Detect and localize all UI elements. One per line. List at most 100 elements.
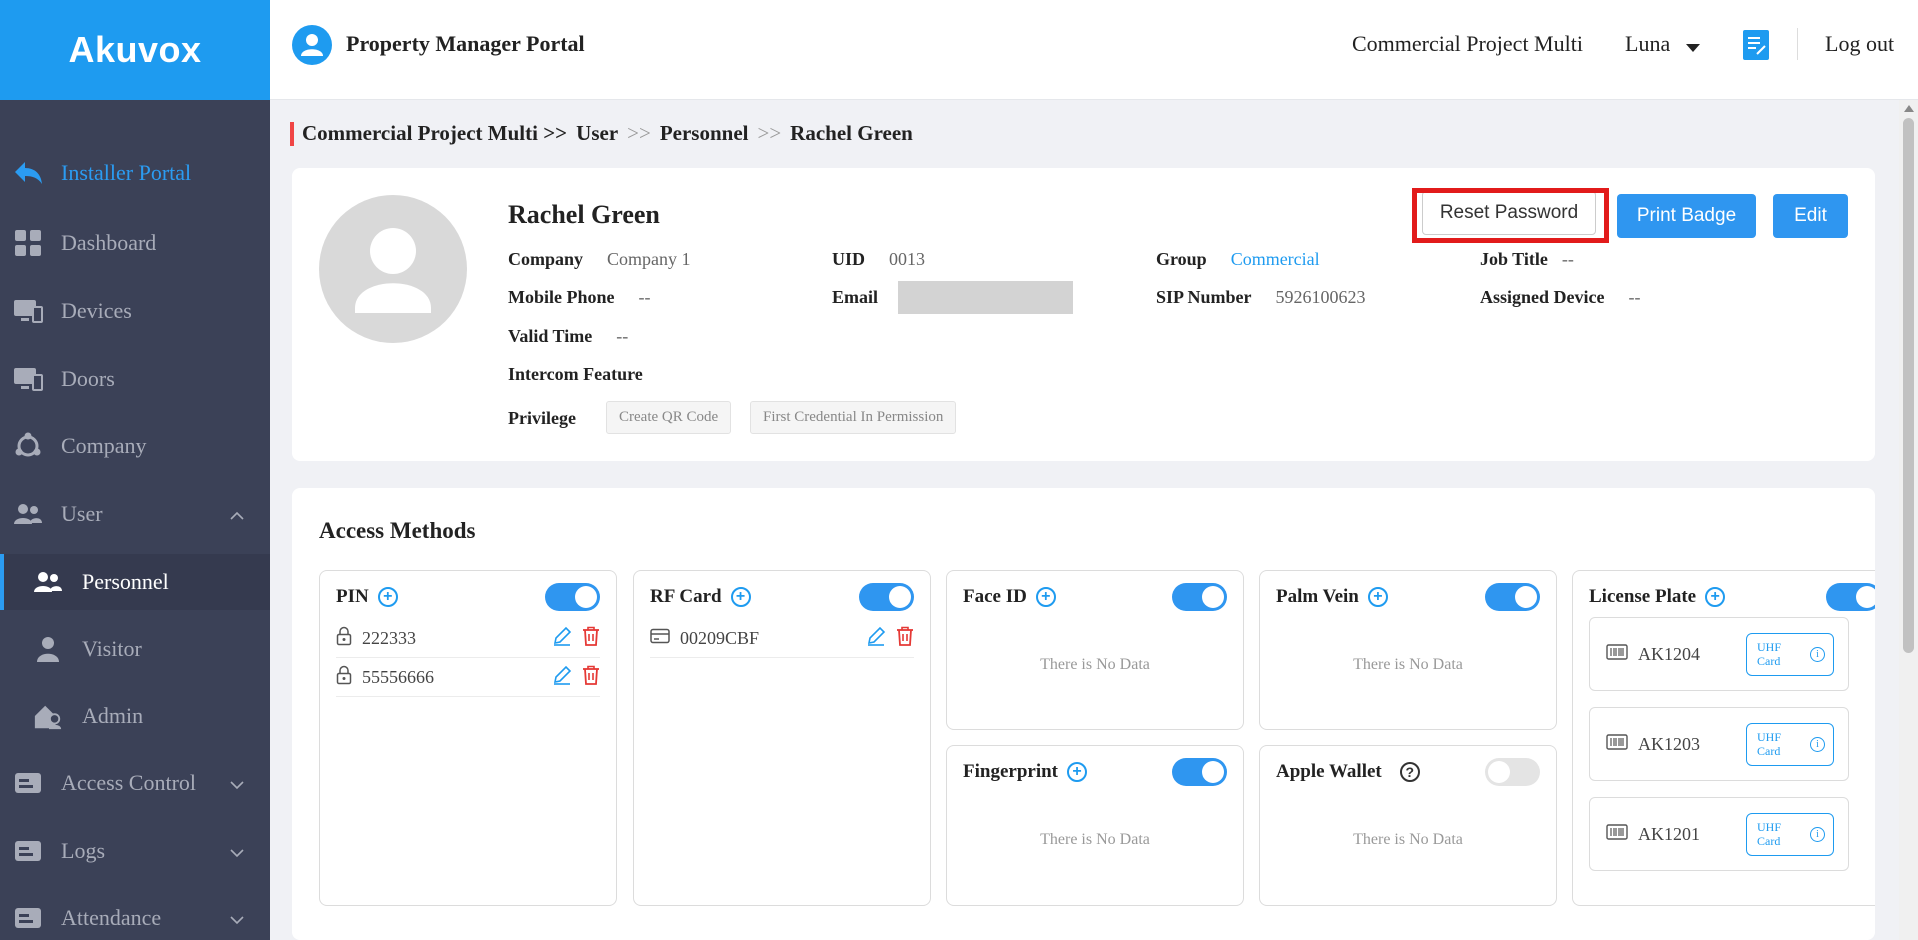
- sidebar-item-label: Personnel: [82, 569, 169, 594]
- edit-icon[interactable]: [552, 665, 572, 690]
- delete-icon[interactable]: [582, 626, 600, 651]
- add-license-plate-icon[interactable]: +: [1705, 587, 1726, 607]
- palm-vein-toggle[interactable]: [1485, 583, 1540, 611]
- sidebar-item-user[interactable]: User: [0, 494, 270, 534]
- pin-panel: PIN + 222333 55556666: [319, 570, 617, 906]
- back-arrow-icon: [13, 158, 43, 188]
- sidebar-item-label: Devices: [61, 298, 132, 323]
- empty-state: There is No Data: [1040, 831, 1150, 848]
- breadcrumb-project[interactable]: Commercial Project Multi >>: [302, 121, 567, 146]
- breadcrumb-user[interactable]: User: [576, 121, 618, 146]
- delete-icon[interactable]: [896, 626, 914, 651]
- uhf-card-badge[interactable]: UHF Card i: [1746, 633, 1834, 676]
- chevron-down-icon: [230, 905, 244, 931]
- info-icon: i: [1810, 647, 1825, 662]
- scroll-thumb[interactable]: [1903, 118, 1914, 653]
- palm-vein-panel: Palm Vein + There is No Data: [1259, 570, 1557, 730]
- add-pin-icon[interactable]: +: [377, 587, 398, 607]
- field-company: Company Company 1: [508, 249, 691, 269]
- help-icon[interactable]: ?: [1399, 762, 1420, 782]
- breadcrumb-current: Rachel Green: [790, 121, 913, 145]
- rf-card-toggle[interactable]: [859, 583, 914, 611]
- project-selector[interactable]: Commercial Project Multi: [1352, 31, 1583, 57]
- portal-title: Property Manager Portal: [346, 31, 585, 56]
- sidebar: Akuvox Installer Portal Dashboard Device…: [0, 0, 270, 940]
- email-value-redacted: [898, 281, 1073, 314]
- fingerprint-toggle[interactable]: [1172, 758, 1227, 786]
- users-icon: [13, 499, 43, 529]
- sidebar-item-access-control[interactable]: Access Control: [0, 763, 270, 803]
- scroll-up-arrow-icon[interactable]: [1904, 105, 1914, 112]
- field-email: Email: [832, 287, 879, 307]
- apple-wallet-toggle[interactable]: [1485, 758, 1540, 786]
- sidebar-item-visitor[interactable]: Visitor: [0, 629, 270, 669]
- edit-button[interactable]: Edit: [1773, 194, 1848, 238]
- add-fingerprint-icon[interactable]: +: [1067, 762, 1087, 782]
- sidebar-item-dashboard[interactable]: Dashboard: [0, 223, 270, 263]
- license-plate-toggle[interactable]: [1826, 583, 1875, 611]
- list-item: 222333: [336, 619, 600, 658]
- user-menu[interactable]: Luna: [1625, 31, 1700, 59]
- field-job-title: Job Title --: [1480, 249, 1574, 269]
- page-scrollbar[interactable]: [1899, 100, 1918, 940]
- list-item: 55556666: [336, 658, 600, 697]
- sidebar-item-installer-portal[interactable]: Installer Portal: [0, 153, 270, 193]
- list-item: 00209CBF: [650, 619, 914, 658]
- fingerprint-panel: Fingerprint + There is No Data: [946, 745, 1244, 906]
- breadcrumb-separator: >>: [627, 121, 651, 145]
- company-icon: [13, 431, 43, 461]
- empty-state: There is No Data: [1353, 656, 1463, 673]
- breadcrumb-personnel[interactable]: Personnel: [660, 121, 749, 146]
- document-icon[interactable]: [1743, 30, 1769, 60]
- sidebar-item-attendance[interactable]: Attendance: [0, 898, 270, 938]
- print-badge-button[interactable]: Print Badge: [1617, 194, 1756, 238]
- access-control-icon: [13, 768, 43, 798]
- user-name: Luna: [1625, 31, 1671, 56]
- person-name: Rachel Green: [508, 200, 660, 229]
- sidebar-item-label: Company: [61, 433, 147, 458]
- apple-wallet-title: Apple Wallet: [1276, 761, 1382, 782]
- add-rf-card-icon[interactable]: +: [730, 587, 751, 607]
- add-palm-vein-icon[interactable]: +: [1367, 587, 1388, 607]
- field-group: Group Commercial: [1156, 249, 1320, 270]
- barcode-icon: [1606, 643, 1628, 665]
- dashboard-icon: [13, 228, 43, 258]
- chevron-up-icon: [230, 501, 244, 527]
- uhf-card-badge[interactable]: UHF Card i: [1746, 813, 1834, 856]
- privilege-tag: First Credential In Permission: [750, 401, 957, 434]
- sidebar-item-label: User: [61, 501, 103, 526]
- pin-title: PIN: [336, 586, 369, 607]
- logout-button[interactable]: Log out: [1825, 31, 1894, 57]
- sidebar-item-company[interactable]: Company: [0, 426, 270, 466]
- sidebar-item-label: Admin: [82, 703, 144, 728]
- breadcrumb-separator: >>: [757, 121, 782, 145]
- sidebar-item-label: Visitor: [82, 636, 142, 661]
- sidebar-item-label: Logs: [61, 838, 105, 863]
- sidebar-item-devices[interactable]: Devices: [0, 291, 270, 331]
- header-divider: [1797, 28, 1798, 60]
- sidebar-item-label: Doors: [61, 366, 115, 391]
- uhf-card-badge[interactable]: UHF Card i: [1746, 723, 1834, 766]
- akuvox-logo: Akuvox: [68, 29, 202, 70]
- add-face-id-icon[interactable]: +: [1035, 587, 1056, 607]
- edit-icon[interactable]: [552, 626, 572, 651]
- field-intercom-feature: Intercom Feature: [508, 364, 643, 384]
- face-id-toggle[interactable]: [1172, 583, 1227, 611]
- sidebar-item-personnel[interactable]: Personnel: [0, 554, 270, 610]
- sidebar-item-doors[interactable]: Doors: [0, 359, 270, 399]
- list-item: AK1204 UHF Card i: [1589, 617, 1849, 691]
- group-link[interactable]: Commercial: [1231, 249, 1320, 270]
- delete-icon[interactable]: [582, 665, 600, 690]
- card-icon: [650, 628, 670, 649]
- sidebar-item-label: Access Control: [61, 770, 197, 795]
- face-id-panel: Face ID + There is No Data: [946, 570, 1244, 730]
- empty-state: There is No Data: [1040, 656, 1150, 673]
- barcode-icon: [1606, 823, 1628, 845]
- field-privilege: Privilege: [508, 408, 576, 428]
- license-plate-title: License Plate: [1589, 586, 1697, 607]
- sidebar-item-logs[interactable]: Logs: [0, 831, 270, 871]
- profile-card: Rachel Green Company Company 1 UID 0013 …: [292, 168, 1875, 461]
- sidebar-item-admin[interactable]: Admin: [0, 696, 270, 736]
- pin-toggle[interactable]: [545, 583, 600, 611]
- edit-icon[interactable]: [866, 626, 886, 651]
